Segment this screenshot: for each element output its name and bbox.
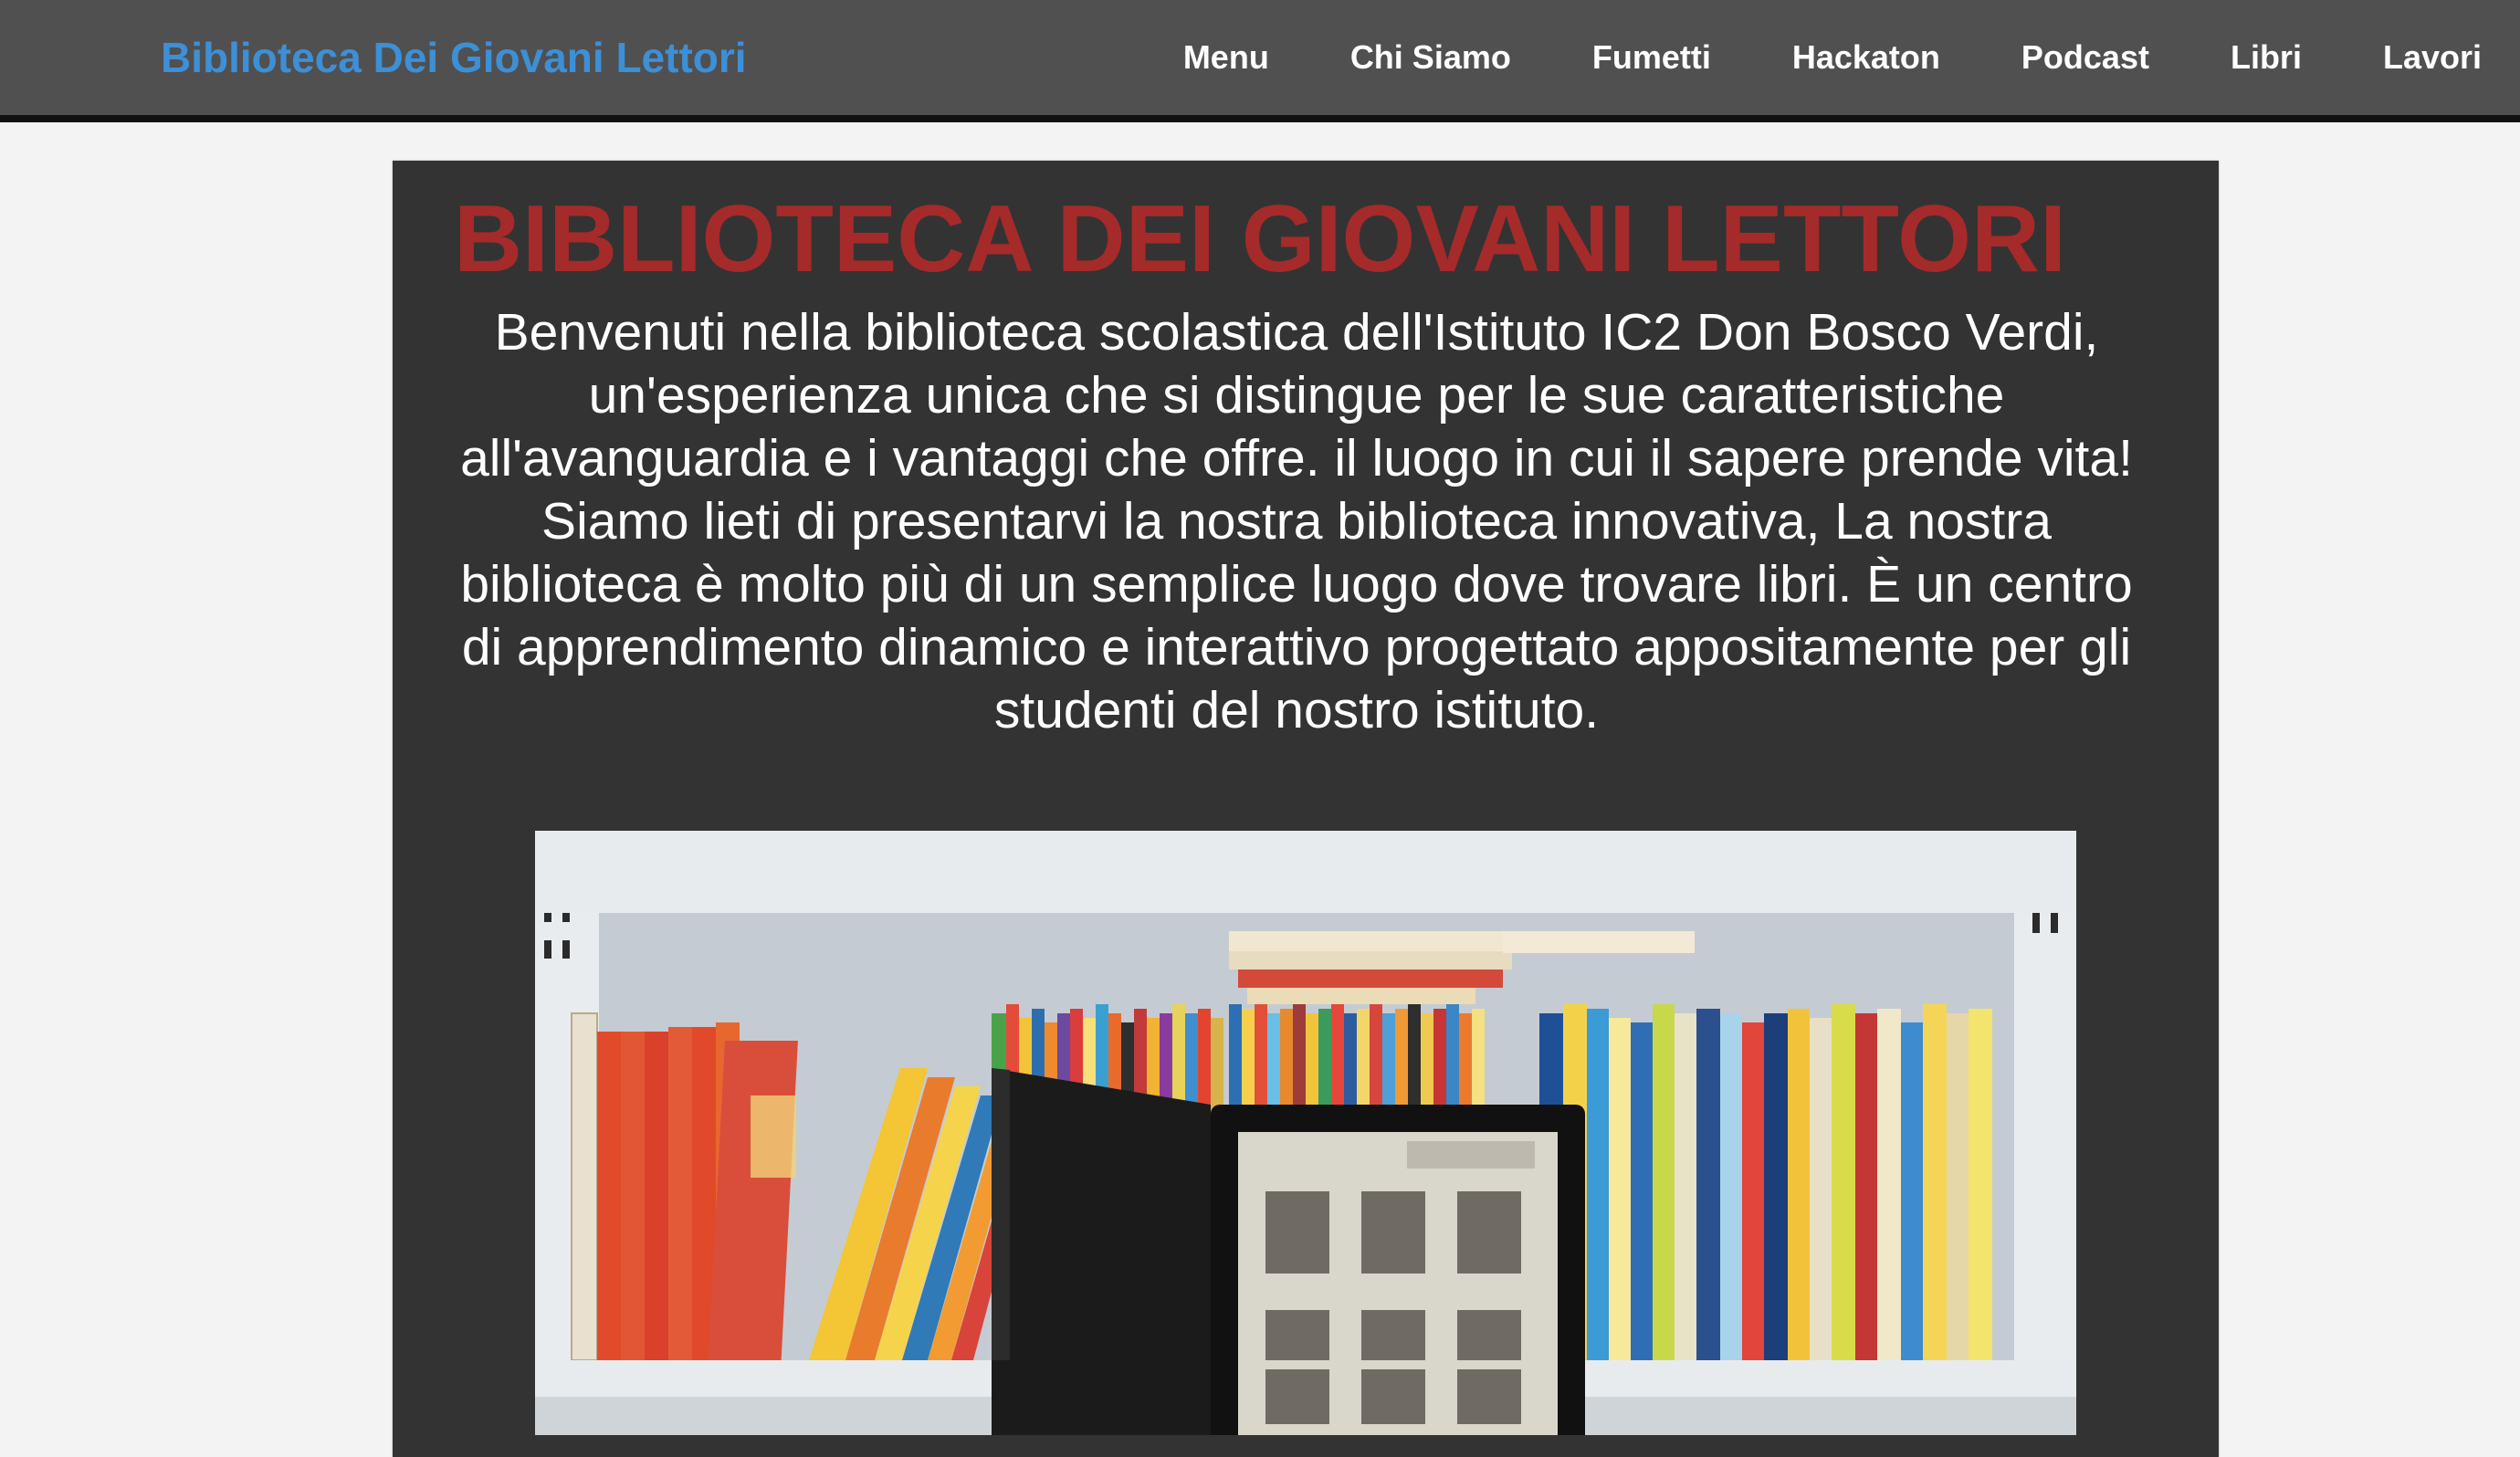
top-navbar: Biblioteca Dei Giovani Lettori Menu Chi …	[0, 0, 2520, 122]
nav-link-menu[interactable]: Menu	[1183, 38, 1269, 77]
nav-link-fumetti[interactable]: Fumetti	[1592, 38, 1711, 77]
library-photo	[535, 831, 2076, 1435]
nav-link-lavori[interactable]: Lavori	[2383, 38, 2482, 77]
intro-paragraph: Benvenuti nella biblioteca scolastica de…	[460, 303, 2133, 739]
bookshelf-with-ereader-illustration	[535, 831, 2076, 1435]
page-title: BIBLIOTECA DEI GIOVANI LETTORI	[453, 186, 2067, 292]
nav-links: Menu Chi Siamo Fumetti Hackaton Podcast …	[1183, 0, 2482, 115]
nav-link-libri[interactable]: Libri	[2231, 38, 2302, 77]
nav-link-hackaton[interactable]: Hackaton	[1792, 38, 1940, 77]
nav-link-podcast[interactable]: Podcast	[2021, 38, 2149, 77]
nav-link-chi-siamo[interactable]: Chi Siamo	[1350, 38, 1511, 77]
brand-link[interactable]: Biblioteca Dei Giovani Lettori	[161, 0, 747, 115]
